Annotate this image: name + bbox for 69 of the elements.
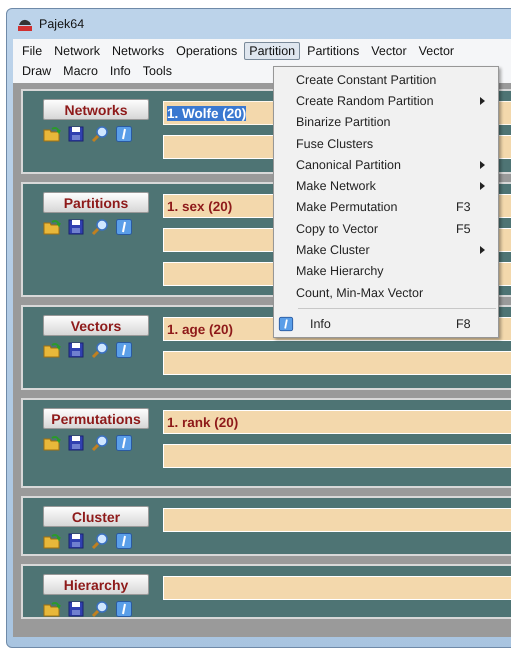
submenu-arrow-icon (480, 97, 485, 106)
save-icon[interactable] (67, 434, 85, 452)
list-field[interactable] (163, 444, 511, 468)
panel-button[interactable]: Permutations (43, 408, 149, 429)
menu-item[interactable]: Partitions (302, 42, 364, 60)
menu-item[interactable]: Draw (17, 62, 56, 80)
search-icon[interactable] (91, 600, 109, 618)
menu-item[interactable]: Vector (366, 42, 412, 60)
open-folder-icon[interactable] (43, 218, 61, 236)
menu-item[interactable]: Make Hierarchy (274, 260, 498, 282)
open-folder-icon[interactable] (43, 600, 61, 618)
info-icon[interactable] (115, 434, 133, 452)
menu-item[interactable]: Info (104, 62, 136, 80)
field-text: 1. age (20) (167, 322, 234, 336)
save-icon[interactable] (67, 125, 85, 143)
panel-button[interactable]: Hierarchy (43, 574, 149, 595)
menu-item[interactable]: Copy to Vector F5 (274, 218, 498, 240)
menu-item[interactable]: Create Random Partition (274, 90, 498, 112)
menu-item[interactable]: Make Network (274, 175, 498, 197)
menu-item[interactable]: Operations (171, 42, 242, 60)
menu-item[interactable]: Vector (414, 42, 460, 60)
search-icon[interactable] (91, 532, 109, 550)
open-folder-icon[interactable] (43, 125, 61, 143)
menu-item[interactable]: Networks (107, 42, 170, 60)
save-icon[interactable] (67, 341, 85, 359)
info-icon[interactable] (115, 125, 133, 143)
menu-item[interactable]: Canonical Partition (274, 154, 498, 176)
menu-item[interactable]: Info F8 (274, 313, 498, 335)
list-field[interactable] (163, 576, 511, 600)
info-icon[interactable] (115, 600, 133, 618)
menu-item[interactable]: Network (49, 42, 105, 60)
submenu-arrow-icon (480, 161, 485, 170)
menu-item[interactable]: Binarize Partition (274, 112, 498, 133)
open-folder-icon[interactable] (43, 434, 61, 452)
field-text: 1. rank (20) (167, 414, 238, 430)
list-field[interactable]: 1. rank (20) (163, 410, 511, 434)
field-text: 1. sex (20) (167, 198, 232, 214)
info-icon (278, 316, 294, 332)
search-icon[interactable] (91, 341, 109, 359)
menu-item[interactable]: Make Permutation F3 (274, 196, 498, 218)
window-title: Pajek64 (39, 17, 84, 31)
menu-item[interactable]: Make Cluster (274, 239, 498, 261)
open-folder-icon[interactable] (43, 341, 61, 359)
menu-item[interactable]: Count, Min-Max Vector (274, 282, 498, 304)
open-folder-icon[interactable] (43, 532, 61, 550)
panel-button[interactable]: Networks (43, 99, 149, 120)
menu-item[interactable]: Fuse Clusters (274, 132, 498, 154)
search-icon[interactable] (91, 125, 109, 143)
panel-button[interactable]: Cluster (43, 506, 149, 527)
submenu-arrow-icon (480, 182, 485, 190)
info-icon[interactable] (115, 341, 133, 359)
search-icon[interactable] (91, 434, 109, 452)
submenu-arrow-icon (480, 246, 485, 254)
save-icon[interactable] (67, 600, 85, 618)
list-field[interactable] (163, 508, 511, 532)
field-text: 1. Wolfe (20) (167, 106, 246, 120)
save-icon[interactable] (67, 218, 85, 236)
menu-item[interactable]: File (17, 42, 48, 60)
save-icon[interactable] (67, 532, 85, 550)
info-icon[interactable] (115, 218, 133, 236)
menu-item[interactable]: Tools (138, 62, 177, 80)
menu-item[interactable]: Create Constant Partition (274, 69, 498, 90)
panel-button[interactable]: Partitions (43, 192, 149, 213)
search-icon[interactable] (91, 218, 109, 236)
menu-item[interactable]: Macro (58, 62, 103, 80)
info-icon[interactable] (115, 532, 133, 550)
menu-item[interactable]: Partition (244, 42, 300, 60)
panel-button[interactable]: Vectors (43, 315, 149, 336)
list-field[interactable] (163, 351, 511, 375)
